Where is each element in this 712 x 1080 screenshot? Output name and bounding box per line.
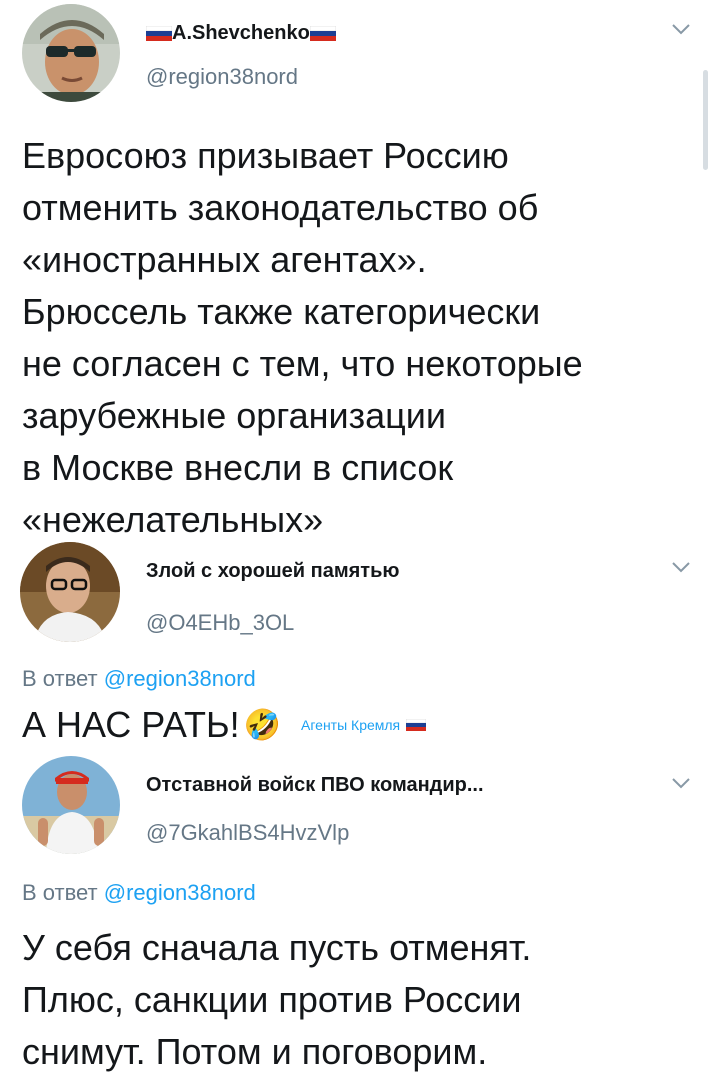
tweet-3: Отставной войск ПВО командир... @7GkahlB… [0, 750, 712, 1080]
russia-flag-icon [309, 26, 336, 41]
tweet-text: А НАС РАТЬ! [22, 704, 240, 745]
reply-mention[interactable]: @region38nord [104, 666, 256, 691]
reply-prefix: В ответ [22, 666, 98, 691]
avatar[interactable] [22, 4, 120, 102]
tweet-1: A.Shevchenko @region38nord Евросоюз приз… [0, 0, 712, 540]
scrollbar[interactable] [703, 70, 708, 170]
display-name: Отставной войск ПВО командир... [146, 774, 484, 796]
tweet-2: Злой с хорошей памятью @O4EHb_3OL В отве… [0, 540, 712, 750]
man-glasses-avatar [20, 542, 120, 642]
man-red-cap-avatar [22, 756, 120, 854]
reply-to: В ответ @region38nord [22, 666, 256, 692]
tweet-text-row: А НАС РАТЬ! 🤣 Агенты Кремля [22, 704, 427, 746]
display-name: Злой с хорошей памятью [146, 560, 400, 582]
reply-mention[interactable]: @region38nord [104, 880, 256, 905]
user-handle[interactable]: @O4EHb_3OL [146, 610, 294, 636]
avatar[interactable] [20, 542, 120, 642]
chevron-down-icon[interactable] [670, 776, 692, 790]
avatar[interactable] [22, 756, 120, 854]
man-sunglasses-avatar [22, 4, 120, 102]
display-name-row[interactable]: A.Shevchenko [146, 22, 336, 45]
russia-flag-icon [146, 26, 172, 41]
watermark: Агенты Кремля [301, 717, 401, 733]
reply-prefix: В ответ [22, 880, 98, 905]
user-handle[interactable]: @region38nord [146, 64, 298, 90]
tweet-text: Евросоюз призывает Россию отменить закон… [22, 135, 583, 540]
user-handle[interactable]: @7GkahlBS4HvzVlp [146, 820, 349, 846]
display-name-row[interactable]: Злой с хорошей памятью [146, 560, 399, 583]
display-name: A.Shevchenko [172, 22, 310, 44]
rofl-emoji: 🤣 [243, 708, 282, 742]
chevron-down-icon[interactable] [670, 560, 692, 574]
tweet-text: У себя сначала пусть отменят. Плюс, санк… [22, 927, 532, 1072]
reply-to: В ответ @region38nord [22, 880, 256, 906]
russia-flag-icon [406, 719, 427, 731]
chevron-down-icon[interactable] [670, 22, 692, 36]
display-name-row[interactable]: Отставной войск ПВО командир... [146, 774, 484, 797]
